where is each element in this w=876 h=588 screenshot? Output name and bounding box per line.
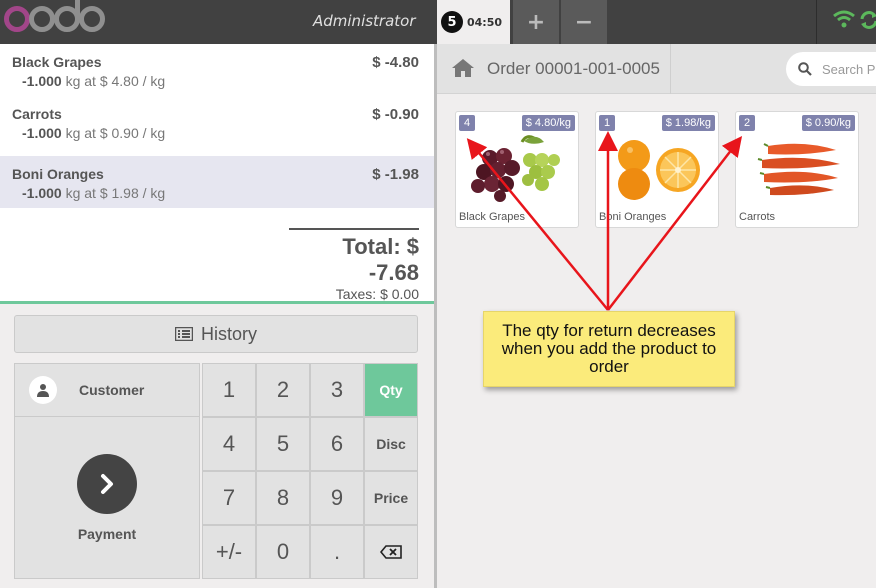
boni-oranges-image — [618, 140, 700, 200]
order-line-unit-info: kg at $ 1.98 / kg — [65, 185, 166, 201]
product-name: Carrots — [739, 211, 776, 223]
product-card-black-grapes[interactable]: 4 $ 4.80/kg Black Grapes — [455, 111, 579, 228]
order-line-info: -1.000 kg at $ 1.98 / kg — [12, 185, 419, 201]
order-line-qty: -1.000 — [22, 125, 62, 141]
numpad-key-6[interactable]: 6 — [310, 417, 364, 471]
payment-button[interactable]: Payment — [14, 417, 200, 579]
carrots-image — [757, 143, 840, 196]
annotation-note: The qty for return decreases when you ad… — [483, 311, 735, 387]
mode-price-button[interactable]: Price — [364, 471, 418, 525]
search-placeholder: Search Pr — [822, 61, 876, 77]
black-grapes-image — [471, 135, 560, 202]
order-line-unit-info: kg at $ 4.80 / kg — [65, 73, 166, 89]
order-line[interactable]: Black Grapes $ -4.80 -1.000 kg at $ 4.80… — [0, 44, 434, 96]
order-time: 04:50 — [467, 15, 503, 29]
status-area — [816, 0, 876, 44]
breadcrumb-order[interactable]: Order 00001-001-0005 — [487, 59, 660, 79]
order-summary: Total: $ -7.68 Taxes: $ 0.00 — [289, 228, 419, 302]
numpad-key-4[interactable]: 4 — [202, 417, 256, 471]
wifi-icon[interactable] — [833, 10, 855, 28]
customer-label: Customer — [79, 382, 145, 398]
numpad-key-5[interactable]: 5 — [256, 417, 310, 471]
home-icon[interactable] — [451, 58, 475, 78]
search-icon — [798, 62, 812, 76]
product-card-boni-oranges[interactable]: 1 $ 1.98/kg Boni Oranges — [595, 111, 719, 228]
history-button[interactable]: History — [14, 315, 418, 353]
order-line-qty: -1.000 — [22, 73, 62, 89]
price-tag: $ 0.90/kg — [801, 115, 855, 131]
order-line[interactable]: Carrots $ -0.90 -1.000 kg at $ 0.90 / kg — [0, 96, 434, 148]
order-sequence: 5 — [441, 11, 463, 33]
product-card-carrots[interactable]: 2 $ 0.90/kg Carrots — [735, 111, 859, 228]
product-name: Boni Oranges — [599, 211, 667, 223]
order-line-unit-info: kg at $ 0.90 / kg — [65, 125, 166, 141]
order-line-product: Boni Oranges — [12, 166, 104, 182]
order-line-price: $ -1.98 — [372, 166, 419, 183]
customer-button[interactable]: Customer — [14, 363, 200, 417]
history-icon — [174, 327, 193, 341]
order-tab[interactable]: 5 04:50 — [437, 0, 510, 44]
order-total: Total: $ -7.68 — [342, 234, 419, 285]
mode-disc-button[interactable]: Disc — [364, 417, 418, 471]
order-line-qty: -1.000 — [22, 185, 62, 201]
numpad-key-minus[interactable]: +/- — [202, 525, 256, 579]
breadcrumb-separator — [670, 44, 671, 94]
return-qty-badge: 1 — [599, 115, 615, 131]
return-qty-badge: 4 — [459, 115, 475, 131]
left-pane: Black Grapes $ -4.80 -1.000 kg at $ 4.80… — [0, 44, 434, 588]
order-line-price: $ -4.80 — [372, 54, 419, 71]
numpad-key-7[interactable]: 7 — [202, 471, 256, 525]
numpad: 1 2 3 Qty 4 5 6 Disc 7 8 9 Price +/- 0 . — [202, 363, 418, 579]
backspace-icon — [380, 545, 402, 559]
add-order-button[interactable]: + — [513, 0, 559, 44]
numpad-key-1[interactable]: 1 — [202, 363, 256, 417]
odoo-logo — [4, 0, 105, 34]
remove-order-button[interactable]: − — [561, 0, 607, 44]
product-name: Black Grapes — [459, 211, 526, 223]
chevron-right-icon — [77, 453, 137, 514]
numpad-key-8[interactable]: 8 — [256, 471, 310, 525]
order-line-product: Black Grapes — [12, 54, 102, 70]
order-taxes: Taxes: $ 0.00 — [335, 286, 419, 302]
price-tag: $ 4.80/kg — [521, 115, 575, 131]
backspace-button[interactable] — [364, 525, 418, 579]
order-line-product: Carrots — [12, 106, 62, 122]
username[interactable]: Administrator — [313, 12, 416, 30]
numpad-key-3[interactable]: 3 — [310, 363, 364, 417]
numpad-key-dot[interactable]: . — [310, 525, 364, 579]
return-qty-badge: 2 — [739, 115, 755, 131]
numpad-key-2[interactable]: 2 — [256, 363, 310, 417]
mode-qty-button[interactable]: Qty — [364, 363, 418, 417]
order-line-price: $ -0.90 — [372, 106, 419, 123]
order-widget: Black Grapes $ -4.80 -1.000 kg at $ 4.80… — [0, 44, 434, 304]
user-icon — [29, 376, 57, 404]
numpad-key-0[interactable]: 0 — [256, 525, 310, 579]
order-line-selected[interactable]: Boni Oranges $ -1.98 -1.000 kg at $ 1.98… — [0, 156, 434, 208]
top-bar: Administrator 5 04:50 + − — [0, 0, 876, 44]
history-label: History — [200, 323, 257, 344]
payment-label: Payment — [77, 525, 137, 542]
search-input[interactable]: Search Pr — [786, 52, 876, 86]
breadcrumb-bar: Order 00001-001-0005 Search Pr — [437, 44, 876, 94]
numpad-key-9[interactable]: 9 — [310, 471, 364, 525]
price-tag: $ 1.98/kg — [661, 115, 715, 131]
order-line-info: -1.000 kg at $ 0.90 / kg — [12, 125, 419, 141]
order-line-info: -1.000 kg at $ 4.80 / kg — [12, 73, 419, 89]
sync-icon[interactable] — [859, 10, 876, 30]
